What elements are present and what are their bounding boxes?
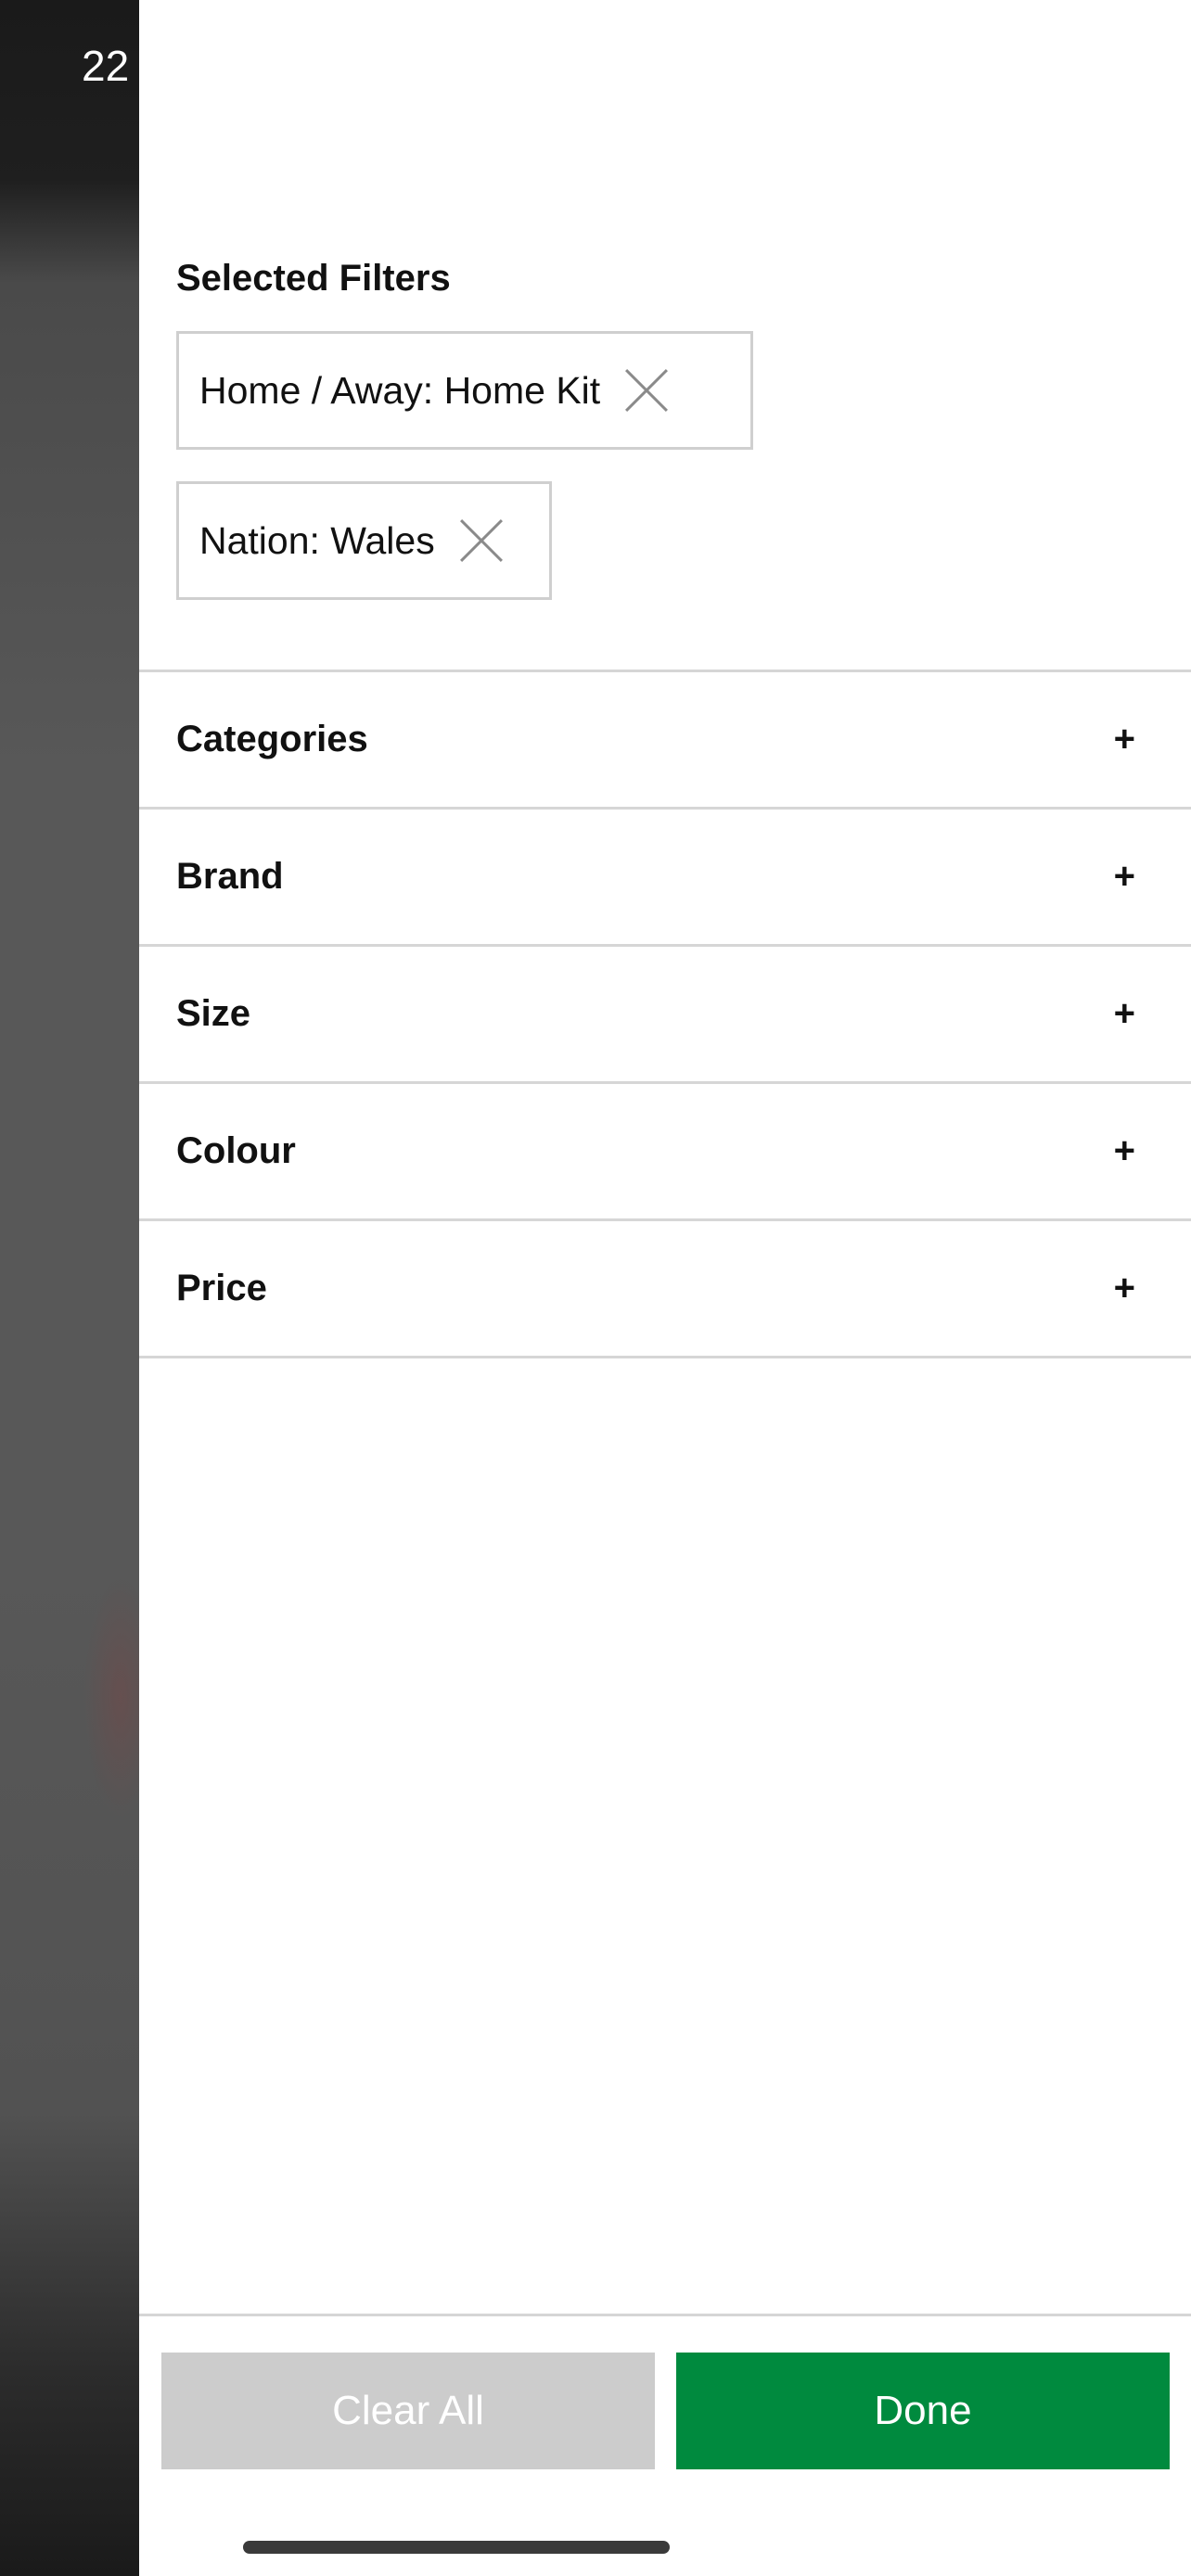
accordion-label: Size <box>176 993 251 1034</box>
accordion-size[interactable]: Size + <box>139 944 1191 1081</box>
filter-panel: Selected Filters Home / Away: Home Kit N… <box>139 0 1191 2576</box>
accordion-brand[interactable]: Brand + <box>139 807 1191 944</box>
filter-chip-label: Home / Away: Home Kit <box>199 368 601 412</box>
accordion-label: Brand <box>176 856 284 897</box>
plus-icon[interactable]: + <box>1114 719 1135 760</box>
dimmed-background[interactable]: 22 <box>0 0 158 2576</box>
accordion-colour[interactable]: Colour + <box>139 1081 1191 1218</box>
plus-icon[interactable]: + <box>1114 856 1135 898</box>
close-icon[interactable] <box>624 368 669 413</box>
footer-divider <box>139 2314 1191 2316</box>
plus-icon[interactable]: + <box>1114 1130 1135 1172</box>
selected-filters-title: Selected Filters <box>176 258 451 299</box>
filter-chip-nation[interactable]: Nation: Wales <box>176 481 552 600</box>
accordion-label: Colour <box>176 1130 296 1171</box>
done-button[interactable]: Done <box>676 2353 1170 2469</box>
filter-chip-home-away[interactable]: Home / Away: Home Kit <box>176 331 753 450</box>
accordion-label: Price <box>176 1268 267 1308</box>
filter-chip-label: Nation: Wales <box>199 518 435 562</box>
accordion-label: Categories <box>176 719 368 759</box>
accordion-categories[interactable]: Categories + <box>139 670 1191 807</box>
accordion-price[interactable]: Price + <box>139 1218 1191 1358</box>
plus-icon[interactable]: + <box>1114 1268 1135 1309</box>
status-bar-time: 22 <box>82 42 130 90</box>
clear-all-button[interactable]: Clear All <box>161 2353 655 2469</box>
plus-icon[interactable]: + <box>1114 993 1135 1035</box>
close-icon[interactable] <box>459 518 504 563</box>
home-indicator[interactable] <box>243 2541 670 2554</box>
filter-accordion: Categories + Brand + Size + Colour + Pri… <box>139 670 1191 1358</box>
